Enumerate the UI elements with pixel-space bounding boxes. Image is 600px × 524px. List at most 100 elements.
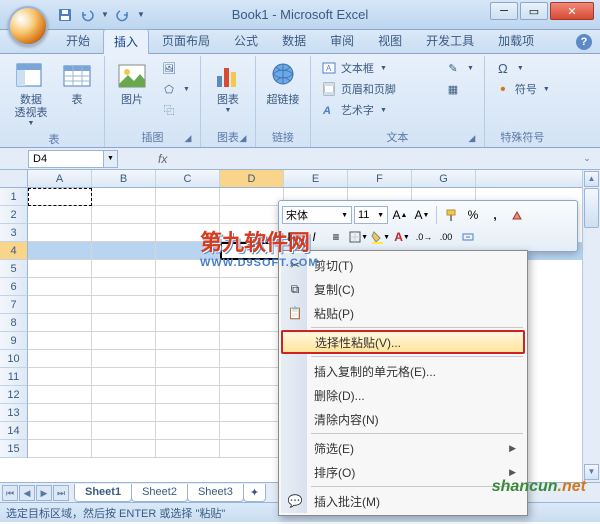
tab-pagelayout[interactable]: 页面布局 — [151, 28, 221, 53]
cell[interactable] — [28, 260, 92, 278]
row-header[interactable]: 9 — [0, 332, 28, 350]
cell[interactable] — [28, 440, 92, 458]
cell[interactable] — [156, 296, 220, 314]
cell[interactable] — [28, 314, 92, 332]
textbox-button[interactable]: A文本框▼ — [317, 58, 437, 78]
save-icon[interactable] — [55, 5, 75, 25]
cell[interactable] — [28, 242, 92, 260]
font-color-button[interactable]: A▼ — [392, 227, 412, 247]
increase-decimal-button[interactable]: .00 — [436, 227, 456, 247]
tab-insert[interactable]: 插入 — [103, 29, 149, 54]
launcher-icon[interactable]: ◢ — [182, 133, 194, 145]
row-header[interactable]: 11 — [0, 368, 28, 386]
cell[interactable] — [28, 206, 92, 224]
bold-button[interactable]: B — [282, 227, 302, 247]
sheet-tab-3[interactable]: Sheet3 — [187, 484, 244, 502]
cell[interactable] — [220, 332, 284, 350]
cell[interactable] — [28, 386, 92, 404]
wordart-button[interactable]: A艺术字▼ — [317, 100, 437, 120]
percent-button[interactable]: % — [463, 205, 483, 225]
table-button[interactable]: 表 — [56, 58, 98, 109]
column-header[interactable]: C — [156, 170, 220, 187]
tab-formulas[interactable]: 公式 — [223, 28, 269, 53]
launcher-icon[interactable]: ◢ — [466, 133, 478, 145]
context-menu-item[interactable]: 📋粘贴(P) — [281, 301, 525, 325]
shapes-button[interactable]: ⬠▼ — [157, 79, 194, 99]
tab-review[interactable]: 审阅 — [319, 28, 365, 53]
cell[interactable] — [92, 404, 156, 422]
cell[interactable] — [92, 188, 156, 206]
cell[interactable] — [220, 314, 284, 332]
row-header[interactable]: 1 — [0, 188, 28, 206]
cell[interactable] — [220, 368, 284, 386]
cell[interactable] — [156, 260, 220, 278]
cell[interactable] — [92, 386, 156, 404]
cell[interactable] — [220, 278, 284, 296]
cell[interactable] — [92, 314, 156, 332]
pivot-table-button[interactable]: 数据 透视表 ▼ — [10, 58, 52, 129]
cell[interactable] — [220, 206, 284, 224]
equation-button[interactable]: Ω▼ — [491, 58, 554, 78]
cell[interactable] — [92, 422, 156, 440]
smartart-button[interactable]: ⿻ — [157, 100, 194, 120]
cell[interactable] — [220, 422, 284, 440]
fill-color-button[interactable]: ▼ — [370, 227, 390, 247]
clear-button[interactable] — [507, 205, 527, 225]
qat-customize-icon[interactable]: ▼ — [135, 5, 147, 25]
cell[interactable] — [156, 206, 220, 224]
grow-font-button[interactable]: A▲ — [390, 205, 410, 225]
context-menu-item[interactable]: 💬插入批注(M) — [281, 489, 525, 513]
cell[interactable] — [92, 350, 156, 368]
row-header[interactable]: 6 — [0, 278, 28, 296]
sigline-button[interactable]: ✎▼ — [441, 58, 478, 78]
cell[interactable] — [28, 224, 92, 242]
row-header[interactable]: 14 — [0, 422, 28, 440]
cell[interactable] — [92, 224, 156, 242]
vertical-scrollbar[interactable]: ▲ ▼ — [582, 170, 600, 482]
scroll-thumb[interactable] — [584, 188, 599, 228]
minimize-button[interactable]: ─ — [490, 2, 518, 20]
maximize-button[interactable]: ▭ — [520, 2, 548, 20]
cell[interactable] — [28, 332, 92, 350]
column-header[interactable]: B — [92, 170, 156, 187]
cell[interactable] — [156, 440, 220, 458]
cell[interactable] — [156, 278, 220, 296]
hyperlink-button[interactable]: 超链接 — [262, 58, 304, 109]
cell[interactable] — [156, 332, 220, 350]
row-header[interactable]: 13 — [0, 404, 28, 422]
font-family-select[interactable]: 宋体 ▼ — [282, 206, 352, 224]
scroll-down-icon[interactable]: ▼ — [584, 464, 599, 480]
cell[interactable] — [220, 296, 284, 314]
undo-icon[interactable] — [77, 5, 97, 25]
sheet-last-icon[interactable]: ⏭ — [53, 485, 69, 501]
symbol-button[interactable]: •符号▼ — [491, 79, 554, 99]
context-menu-item[interactable]: 清除内容(N) — [281, 407, 525, 431]
cell[interactable] — [28, 422, 92, 440]
row-header[interactable]: 4 — [0, 242, 28, 260]
italic-button[interactable]: I — [304, 227, 324, 247]
cell[interactable] — [92, 278, 156, 296]
office-button[interactable] — [8, 6, 48, 46]
formula-expand-icon[interactable]: ⌄ — [578, 153, 596, 164]
cell[interactable] — [92, 242, 156, 260]
row-header[interactable]: 10 — [0, 350, 28, 368]
cell[interactable] — [220, 188, 284, 206]
undo-dropdown-icon[interactable]: ▼ — [99, 5, 111, 25]
cell[interactable] — [156, 314, 220, 332]
context-menu-item[interactable]: 筛选(E)▶ — [281, 436, 525, 460]
tab-data[interactable]: 数据 — [271, 28, 317, 53]
context-menu-item[interactable]: ✂剪切(T) — [281, 253, 525, 277]
sheet-tab-1[interactable]: Sheet1 — [74, 484, 132, 502]
cell[interactable] — [92, 206, 156, 224]
cell[interactable] — [220, 386, 284, 404]
cell[interactable] — [156, 368, 220, 386]
close-button[interactable]: ✕ — [550, 2, 594, 20]
column-header[interactable]: E — [284, 170, 348, 187]
column-header[interactable]: F — [348, 170, 412, 187]
decrease-decimal-button[interactable]: .0→ — [414, 227, 434, 247]
column-header[interactable]: A — [28, 170, 92, 187]
cell[interactable] — [220, 404, 284, 422]
center-button[interactable]: ≡ — [326, 227, 346, 247]
sheet-new-icon[interactable]: ✦ — [243, 484, 266, 502]
cell[interactable] — [156, 188, 220, 206]
